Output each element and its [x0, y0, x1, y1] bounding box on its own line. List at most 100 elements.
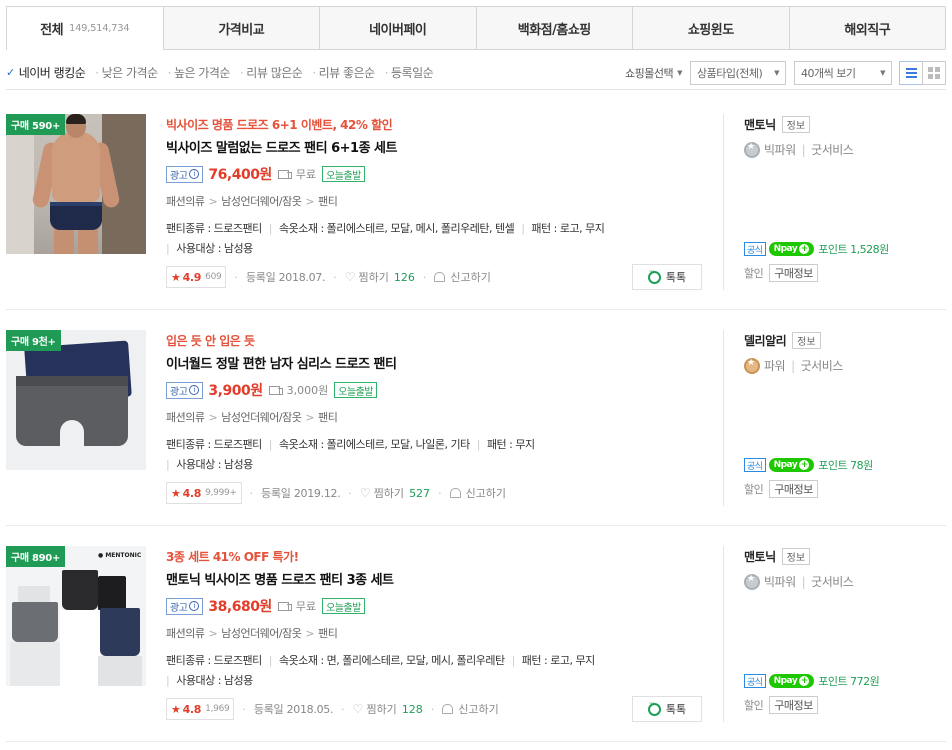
seller-info-button[interactable]: 정보	[781, 548, 811, 565]
chevron-right-icon: >	[305, 411, 315, 424]
zzim-button[interactable]: ♡ 찜하기 126	[345, 269, 415, 285]
tab-label: 쇼핑윈도	[687, 22, 734, 38]
spec-item: 사용대상 : 남성용	[176, 242, 253, 255]
product-image[interactable]: 구매 9천+	[6, 330, 146, 470]
tab-count: 149,514,734	[69, 22, 130, 34]
dot-icon: ·	[95, 65, 99, 80]
product-title[interactable]: 빅사이즈 말럼없는 드로즈 팬티 6+1종 세트	[166, 137, 706, 157]
talk-button[interactable]: 톡톡	[632, 264, 702, 290]
category-level-3[interactable]: 팬티	[318, 627, 338, 640]
category-level-3[interactable]: 팬티	[318, 411, 338, 424]
product-title[interactable]: 맨토닉 빅사이즈 명품 드로즈 팬티 3종 세트	[166, 569, 706, 589]
seller-bottom: 공식 Npay + 포인트 78원 할인 구매정보	[744, 457, 944, 498]
buy-info-button[interactable]: 구매정보	[769, 480, 818, 498]
category-path: 패션의류 > 남성언더웨어/잠옷 > 팬티	[166, 193, 706, 211]
category-level-1[interactable]: 패션의류	[166, 627, 205, 640]
talk-button[interactable]: 톡톡	[632, 696, 702, 722]
ad-label: 광고	[170, 602, 188, 614]
seller-info-button[interactable]: 정보	[792, 332, 821, 349]
ad-badge[interactable]: 광고 i	[166, 165, 204, 183]
ad-badge[interactable]: 광고 i	[166, 381, 204, 399]
sort-high-price[interactable]: · 높은 가격순	[167, 64, 231, 81]
mall-select[interactable]: 쇼핑몰선택 ▼	[625, 65, 682, 81]
rating-score: 4.8	[182, 702, 202, 716]
npay-row: 공식 Npay + 포인트 78원	[744, 457, 944, 473]
official-badge: 공식	[744, 458, 766, 472]
chevron-right-icon: >	[208, 411, 218, 424]
medal-icon	[744, 573, 760, 590]
sort-ranking[interactable]: ✓ 네이버 랭킹순	[6, 64, 86, 81]
npay-row: 공식 Npay + 포인트 772원	[744, 673, 944, 689]
product-meta: ★ 4.8 1,969 · 등록일 2018.05. · ♡ 찜하기 128 · 신고하…	[166, 696, 702, 722]
category-level-2[interactable]: 남성언더웨어/잠옷	[221, 195, 302, 208]
zzim-button[interactable]: ♡ 찜하기 527	[360, 485, 430, 501]
spec-item: 패턴 : 로고, 무지	[531, 222, 605, 235]
rating-box[interactable]: ★ 4.8 1,969	[166, 698, 235, 720]
product-image[interactable]: 구매 590+	[6, 114, 146, 254]
buy-info-button[interactable]: 구매정보	[769, 696, 818, 714]
zzim-label: 찜하기	[358, 271, 389, 284]
seller-name[interactable]: 맨토닉	[744, 548, 776, 565]
talk-icon	[647, 267, 661, 284]
tab-all[interactable]: 전체 149,514,734	[7, 7, 163, 50]
tab-price-compare[interactable]: 가격비교	[162, 7, 320, 49]
category-level-2[interactable]: 남성언더웨어/잠옷	[221, 627, 302, 640]
category-level-1[interactable]: 패션의류	[166, 411, 205, 424]
category-level-1[interactable]: 패션의류	[166, 195, 205, 208]
zzim-button[interactable]: ♡ 찜하기 128	[353, 701, 423, 717]
tab-shopping-window[interactable]: 쇼핑윈도	[632, 7, 789, 49]
ad-badge[interactable]: 광고 i	[166, 597, 204, 615]
siren-icon	[449, 488, 461, 498]
ad-label: 광고	[170, 170, 188, 182]
sort-date[interactable]: · 등록일순	[385, 64, 434, 81]
category-level-3[interactable]: 팬티	[318, 195, 338, 208]
tab-department-store[interactable]: 백화점/홈쇼핑	[475, 7, 633, 49]
plus-icon: +	[799, 676, 810, 686]
today-ship-badge: 오늘출발	[334, 382, 378, 398]
seller-grade: 빅파워	[764, 143, 796, 157]
product-title[interactable]: 이너월드 정말 편한 남자 심리스 드로즈 팬티	[166, 353, 706, 373]
tab-label: 전체	[40, 22, 64, 38]
tab-overseas[interactable]: 해외직구	[788, 7, 946, 49]
grid-view-button[interactable]	[922, 60, 946, 85]
sort-review-score[interactable]: · 리뷰 좋은순	[312, 64, 375, 81]
report-button[interactable]: 신고하기	[442, 701, 499, 717]
seller-name[interactable]: 맨토닉	[744, 116, 776, 133]
buy-info-button[interactable]: 구매정보	[769, 264, 818, 282]
purchase-count-badge: 구매 590+	[6, 114, 66, 135]
list-view-button[interactable]	[899, 60, 923, 85]
price-row: 광고 i 3,900원 3,000원 오늘출발	[166, 379, 706, 401]
discount-label: 할인	[744, 483, 764, 496]
page-size-select[interactable]: 40개씩 보기 ▼	[794, 60, 892, 85]
sort-review-count[interactable]: · 리뷰 많은순	[240, 64, 303, 81]
seller-info: 맨토닉 정보 빅파워 | 굿서비스 공식 Npay+ 포인트 1,528원 할인…	[723, 114, 946, 290]
rating-box[interactable]: ★ 4.9 609	[166, 266, 227, 288]
spec-item: 속옷소재 : 면, 폴리에스테르, 모달, 메시, 폴리우레탄	[279, 654, 505, 667]
rating-box[interactable]: ★ 4.8 9,999+	[166, 482, 242, 504]
seller-info: 맨토닉 정보 빅파워 | 굿서비스 공식 Npay+ 포인트 772원 할인 구…	[723, 546, 946, 722]
truck-icon	[277, 169, 292, 179]
tab-naverpay[interactable]: 네이버페이	[319, 7, 476, 49]
seller-name[interactable]: 델리알리	[744, 332, 787, 349]
seller-name-row: 델리알리 정보	[744, 332, 946, 349]
report-button[interactable]: 신고하기	[449, 485, 506, 501]
dot-icon: ·	[167, 65, 172, 80]
shipping-fee: 3,000원	[286, 384, 329, 397]
sort-low-price[interactable]: · 낮은 가격순	[95, 64, 158, 81]
npay-badge: Npay +	[768, 458, 815, 472]
info-icon: i	[189, 385, 200, 395]
product-image[interactable]: ● MENTONIC 구매 890+	[6, 546, 146, 686]
star-icon: ★	[171, 702, 181, 716]
category-level-2[interactable]: 남성언더웨어/잠옷	[221, 411, 302, 424]
today-ship-badge: 오늘출발	[322, 166, 365, 182]
seller-info-button[interactable]: 정보	[781, 116, 811, 133]
product-type-select[interactable]: 상품타입(전체) ▼	[690, 60, 786, 85]
siren-icon	[442, 704, 454, 714]
review-count: 1,969	[205, 704, 230, 714]
npay-label: pay	[780, 460, 798, 470]
discount-row: 할인 구매정보	[744, 264, 944, 282]
sort-label: 높은 가격순	[173, 66, 231, 80]
report-button[interactable]: 신고하기	[434, 269, 491, 285]
caret-down-icon: ▼	[880, 68, 885, 77]
product-type-label: 상품타입(전체)	[697, 66, 763, 80]
